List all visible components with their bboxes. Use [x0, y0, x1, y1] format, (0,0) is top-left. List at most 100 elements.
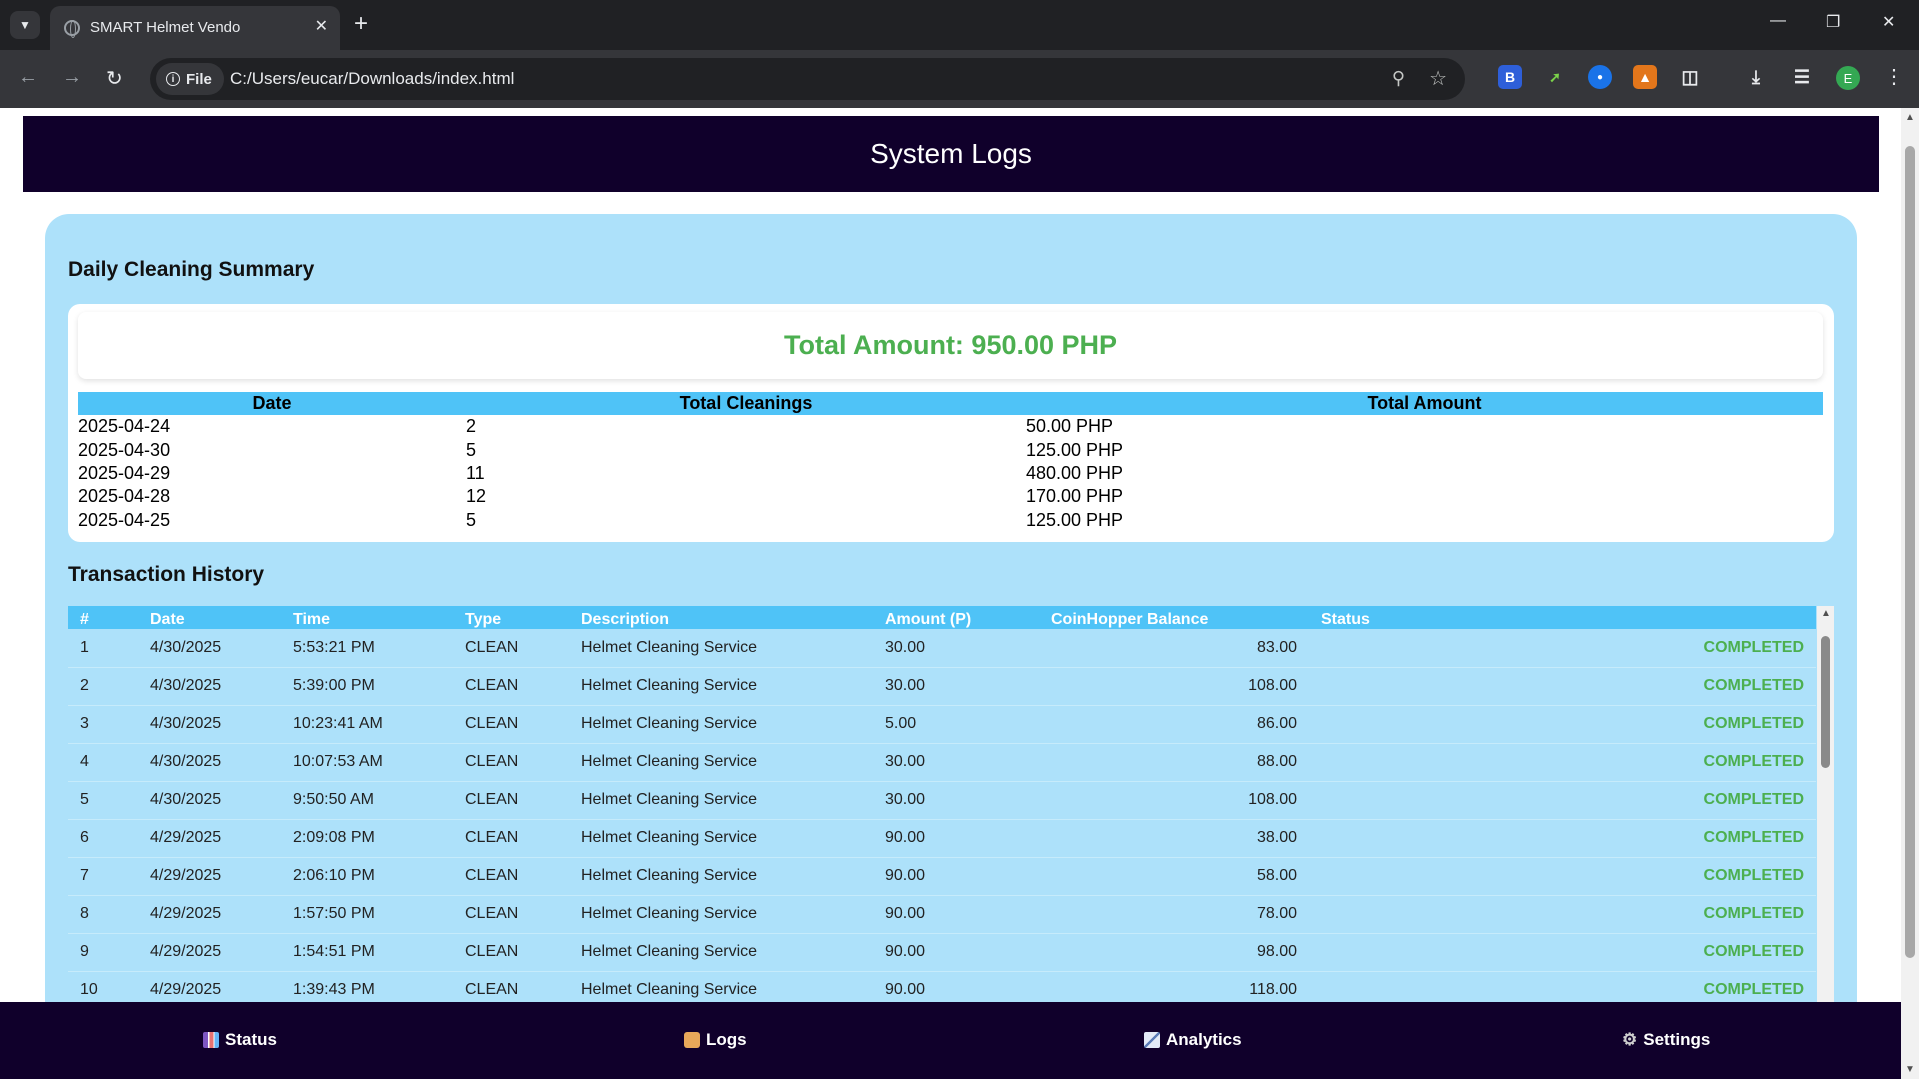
tab-close-icon[interactable]: ✕	[315, 16, 328, 36]
summary-cell: 2025-04-24	[78, 416, 171, 437]
extension-chart-icon[interactable]: ➚	[1543, 65, 1567, 89]
total-amount: Total Amount: 950.00 PHP	[783, 330, 1118, 360]
status-badge: COMPLETED	[1309, 895, 1816, 934]
minimize-icon[interactable]: —	[1770, 12, 1786, 30]
page-title: System Logs	[870, 138, 1032, 169]
transaction-table-container[interactable]: # Date Time Type Description Amount (P) …	[68, 606, 1834, 1016]
back-icon[interactable]: ←	[18, 66, 38, 89]
extensions-puzzle-icon[interactable]: ◫	[1678, 65, 1702, 89]
media-queue-icon[interactable]: ☰	[1790, 65, 1814, 89]
table-cell: 1:57:50 PM	[281, 895, 453, 934]
chevron-down-icon: ▼	[19, 18, 31, 32]
page-viewport: System Logs Daily Cleaning Summary Total…	[0, 108, 1901, 1079]
scroll-up-icon[interactable]: ▲	[1905, 112, 1915, 123]
table-cell: 8	[68, 895, 138, 934]
browser-menu-icon[interactable]: ⋮	[1884, 64, 1904, 89]
transaction-scrollbar[interactable]: ▲	[1817, 606, 1834, 1016]
status-badge: COMPLETED	[1309, 705, 1816, 744]
table-row[interactable]: 9 4/29/2025 1:54:51 PM CLEAN Helmet Cleaning…	[68, 933, 1816, 972]
column-header: #	[68, 606, 138, 629]
table-cell: 58.00	[1039, 857, 1309, 896]
table-cell: 78.00	[1039, 895, 1309, 934]
scroll-down-icon[interactable]: ▼	[1905, 1064, 1915, 1075]
new-tab-button[interactable]: +	[354, 10, 368, 38]
scroll-up-icon[interactable]: ▲	[1821, 608, 1831, 619]
table-row[interactable]: 1 4/30/2025 5:53:21 PM CLEAN Helmet Cleaning…	[68, 629, 1816, 668]
table-cell: 4/30/2025	[138, 781, 281, 820]
table-cell: Helmet Cleaning Service	[569, 667, 873, 706]
table-cell: CLEAN	[453, 857, 569, 896]
table-row[interactable]: 3 4/30/2025 10:23:41 AM CLEAN Helmet Cleanin…	[68, 705, 1816, 744]
table-cell: CLEAN	[453, 895, 569, 934]
table-row[interactable]: 6 4/29/2025 2:09:08 PM CLEAN Helmet Cleaning…	[68, 819, 1816, 858]
table-cell: CLEAN	[453, 743, 569, 782]
total-amount-box: Total Amount: 950.00 PHP	[78, 312, 1823, 379]
nav-settings[interactable]: ⚙ Settings	[1622, 1030, 1710, 1050]
tab-search-button[interactable]: ▼	[10, 11, 40, 39]
table-cell: 4/29/2025	[138, 933, 281, 972]
nav-analytics-label: Analytics	[1166, 1030, 1242, 1049]
column-header: Date	[138, 606, 281, 629]
table-row[interactable]: 5 4/30/2025 9:50:50 AM CLEAN Helmet Cleaning…	[68, 781, 1816, 820]
summary-cell: 2025-04-29	[78, 462, 171, 483]
table-cell: 6	[68, 819, 138, 858]
table-cell: 5:39:00 PM	[281, 667, 453, 706]
summary-cell: 480.00 PHP	[1026, 462, 1124, 483]
status-badge: COMPLETED	[1309, 781, 1816, 820]
gear-icon: ⚙	[1622, 1030, 1638, 1049]
status-badge: COMPLETED	[1309, 857, 1816, 896]
transaction-scroll-thumb[interactable]	[1821, 636, 1830, 768]
summary-cell: 50.00 PHP	[1026, 416, 1114, 437]
page-scrollbar[interactable]: ▲ ▼	[1901, 108, 1919, 1079]
nav-settings-label: Settings	[1643, 1030, 1711, 1049]
restore-icon[interactable]: ❐	[1826, 12, 1840, 32]
table-cell: 3	[68, 705, 138, 744]
table-row[interactable]: 2 4/30/2025 5:39:00 PM CLEAN Helmet Cleaning…	[68, 667, 1816, 706]
summary-cell: 5	[466, 439, 477, 460]
window-close-icon[interactable]: ✕	[1882, 12, 1895, 32]
summary-heading: Daily Cleaning Summary	[68, 258, 315, 281]
nav-status[interactable]: Status	[203, 1030, 277, 1050]
zoom-icon[interactable]: ⚲	[1392, 68, 1405, 89]
profile-avatar[interactable]: E	[1836, 66, 1860, 90]
status-badge: COMPLETED	[1309, 933, 1816, 972]
nav-logs[interactable]: Logs	[684, 1030, 747, 1050]
column-header: Date	[78, 392, 466, 415]
table-row[interactable]: 4 4/30/2025 10:07:53 AM CLEAN Helmet Cleanin…	[68, 743, 1816, 782]
table-cell: Helmet Cleaning Service	[569, 857, 873, 896]
bottom-navigation: Status Logs Analytics ⚙ Settings	[0, 1002, 1901, 1079]
summary-cell: 5	[466, 509, 477, 530]
download-icon[interactable]: ⤓	[1744, 65, 1768, 89]
extension-fox-icon[interactable]: ▲	[1633, 65, 1657, 89]
reload-icon[interactable]: ↻	[106, 66, 123, 91]
summary-row: 2025-04-30 5 125.00 PHP	[78, 438, 1823, 461]
forward-icon[interactable]: →	[62, 66, 82, 89]
status-badge: COMPLETED	[1309, 667, 1816, 706]
table-cell: 1	[68, 629, 138, 668]
address-bar[interactable]: i File C:/Users/eucar/Downloads/index.ht…	[150, 58, 1465, 100]
transaction-header-row: # Date Time Type Description Amount (P) …	[68, 606, 1816, 629]
url-text[interactable]: C:/Users/eucar/Downloads/index.html	[230, 69, 514, 89]
column-header: Time	[281, 606, 453, 629]
extension-circle-icon[interactable]: ●	[1588, 65, 1612, 89]
tab-title: SMART Helmet Vendo	[90, 19, 241, 36]
line-chart-icon	[1144, 1032, 1160, 1048]
table-cell: 1:54:51 PM	[281, 933, 453, 972]
table-cell: 30.00	[873, 781, 1039, 820]
table-row[interactable]: 8 4/29/2025 1:57:50 PM CLEAN Helmet Cleaning…	[68, 895, 1816, 934]
summary-cell: 2025-04-25	[78, 509, 171, 530]
table-cell: 4/30/2025	[138, 667, 281, 706]
table-cell: 86.00	[1039, 705, 1309, 744]
browser-tab[interactable]: SMART Helmet Vendo ✕	[50, 6, 340, 50]
column-header: Type	[453, 606, 569, 629]
page-scroll-thumb[interactable]	[1905, 146, 1915, 958]
table-row[interactable]: 7 4/29/2025 2:06:10 PM CLEAN Helmet Cleaning…	[68, 857, 1816, 896]
bookmark-star-icon[interactable]: ☆	[1429, 66, 1447, 91]
extension-shield-icon[interactable]: B	[1498, 65, 1522, 89]
summary-header-row: Date Total Cleanings Total Amount	[78, 392, 1823, 415]
table-cell: 4/29/2025	[138, 819, 281, 858]
table-cell: 4/29/2025	[138, 895, 281, 934]
nav-analytics[interactable]: Analytics	[1144, 1030, 1242, 1050]
table-cell: 2:06:10 PM	[281, 857, 453, 896]
site-info-chip[interactable]: i File	[156, 63, 224, 95]
